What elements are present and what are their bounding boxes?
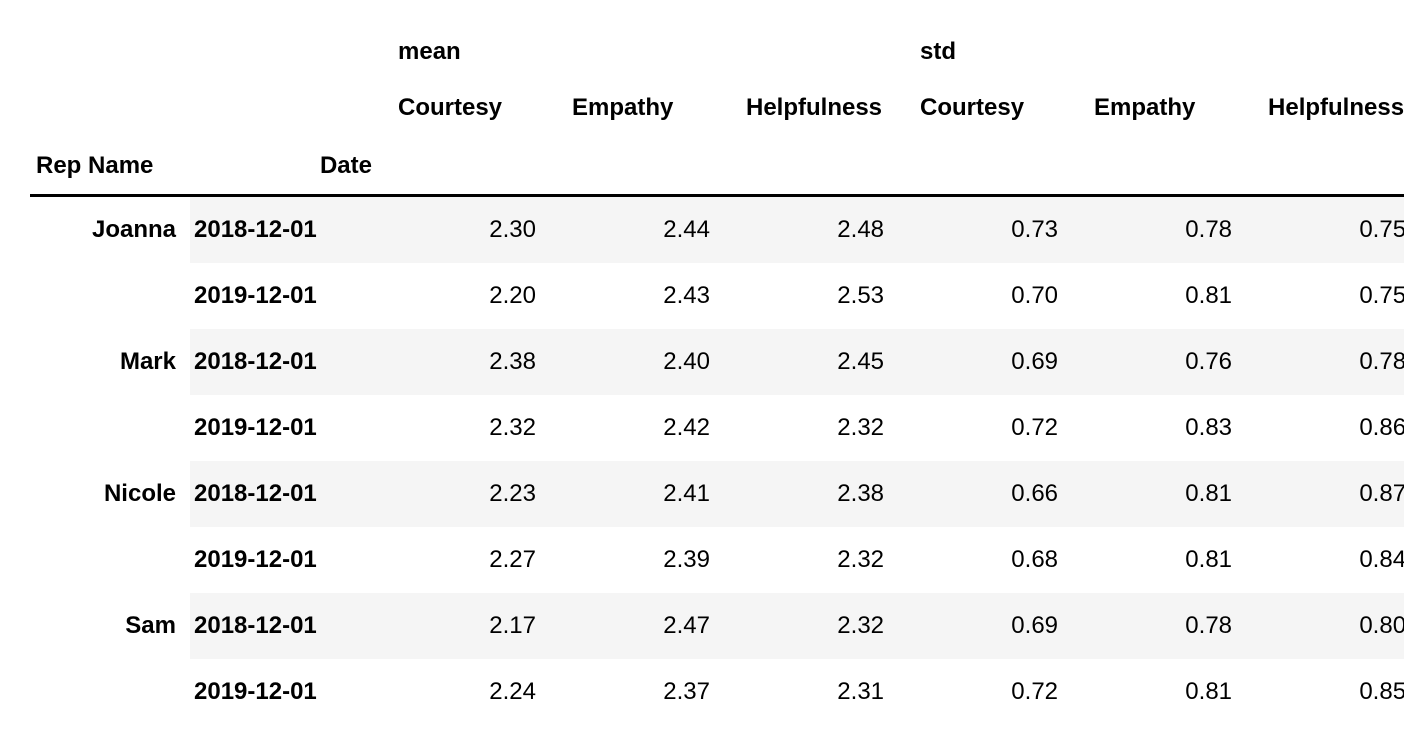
header-blank bbox=[1260, 138, 1404, 196]
value-cell: 2.32 bbox=[390, 395, 564, 461]
value-cell: 0.75 bbox=[1260, 196, 1404, 264]
index-label-date: Date bbox=[190, 138, 390, 196]
value-cell: 2.40 bbox=[564, 329, 738, 395]
value-cell: 0.81 bbox=[1086, 263, 1260, 329]
value-cell: 0.84 bbox=[1260, 527, 1404, 593]
rep-cell bbox=[30, 527, 190, 593]
header-blank bbox=[564, 138, 738, 196]
column-mean-helpfulness: Helpfulness bbox=[738, 78, 912, 138]
rep-cell: Joanna bbox=[30, 196, 190, 264]
table-row: 2019-12-01 2.24 2.37 2.31 0.72 0.81 0.85 bbox=[30, 659, 1404, 725]
header-blank bbox=[190, 78, 390, 138]
column-std-helpfulness: Helpfulness bbox=[1260, 78, 1404, 138]
rep-cell: Nicole bbox=[30, 461, 190, 527]
header-blank bbox=[738, 138, 912, 196]
value-cell: 2.32 bbox=[738, 593, 912, 659]
value-cell: 0.78 bbox=[1086, 593, 1260, 659]
date-cell: 2019-12-01 bbox=[190, 659, 390, 725]
value-cell: 2.20 bbox=[390, 263, 564, 329]
header-blank bbox=[912, 138, 1086, 196]
value-cell: 0.69 bbox=[912, 329, 1086, 395]
value-cell: 2.48 bbox=[738, 196, 912, 264]
rep-cell bbox=[30, 395, 190, 461]
value-cell: 0.75 bbox=[1260, 263, 1404, 329]
date-cell: 2018-12-01 bbox=[190, 196, 390, 264]
value-cell: 0.68 bbox=[912, 527, 1086, 593]
value-cell: 0.83 bbox=[1086, 395, 1260, 461]
value-cell: 2.38 bbox=[738, 461, 912, 527]
value-cell: 0.87 bbox=[1260, 461, 1404, 527]
rep-cell: Mark bbox=[30, 329, 190, 395]
value-cell: 2.41 bbox=[564, 461, 738, 527]
value-cell: 2.42 bbox=[564, 395, 738, 461]
header-blank bbox=[1086, 138, 1260, 196]
value-cell: 0.85 bbox=[1260, 659, 1404, 725]
value-cell: 0.86 bbox=[1260, 395, 1404, 461]
value-cell: 0.80 bbox=[1260, 593, 1404, 659]
value-cell: 0.66 bbox=[912, 461, 1086, 527]
date-cell: 2018-12-01 bbox=[190, 461, 390, 527]
column-mean-empathy: Empathy bbox=[564, 78, 738, 138]
header-blank bbox=[30, 20, 190, 78]
value-cell: 0.69 bbox=[912, 593, 1086, 659]
table-row: 2019-12-01 2.32 2.42 2.32 0.72 0.83 0.86 bbox=[30, 395, 1404, 461]
date-cell: 2018-12-01 bbox=[190, 329, 390, 395]
table-row: Sam 2018-12-01 2.17 2.47 2.32 0.69 0.78 … bbox=[30, 593, 1404, 659]
value-cell: 2.17 bbox=[390, 593, 564, 659]
date-cell: 2019-12-01 bbox=[190, 263, 390, 329]
value-cell: 2.44 bbox=[564, 196, 738, 264]
value-cell: 2.39 bbox=[564, 527, 738, 593]
value-cell: 0.78 bbox=[1086, 196, 1260, 264]
value-cell: 2.23 bbox=[390, 461, 564, 527]
value-cell: 0.81 bbox=[1086, 461, 1260, 527]
table-row: 2019-12-01 2.20 2.43 2.53 0.70 0.81 0.75 bbox=[30, 263, 1404, 329]
rep-cell bbox=[30, 659, 190, 725]
date-cell: 2019-12-01 bbox=[190, 527, 390, 593]
table-row: 2019-12-01 2.27 2.39 2.32 0.68 0.81 0.84 bbox=[30, 527, 1404, 593]
date-cell: 2018-12-01 bbox=[190, 593, 390, 659]
date-cell: 2019-12-01 bbox=[190, 395, 390, 461]
value-cell: 0.81 bbox=[1086, 659, 1260, 725]
value-cell: 2.47 bbox=[564, 593, 738, 659]
pivot-table: mean std Courtesy Empathy Helpfulness Co… bbox=[30, 20, 1404, 725]
value-cell: 2.43 bbox=[564, 263, 738, 329]
value-cell: 0.76 bbox=[1086, 329, 1260, 395]
value-cell: 2.32 bbox=[738, 395, 912, 461]
table-row: Nicole 2018-12-01 2.23 2.41 2.38 0.66 0.… bbox=[30, 461, 1404, 527]
rep-cell bbox=[30, 263, 190, 329]
value-cell: 0.81 bbox=[1086, 527, 1260, 593]
value-cell: 2.24 bbox=[390, 659, 564, 725]
value-cell: 2.27 bbox=[390, 527, 564, 593]
header-blank bbox=[390, 138, 564, 196]
column-group-mean: mean bbox=[390, 20, 912, 78]
header-blank bbox=[30, 78, 190, 138]
column-mean-courtesy: Courtesy bbox=[390, 78, 564, 138]
value-cell: 2.30 bbox=[390, 196, 564, 264]
column-std-empathy: Empathy bbox=[1086, 78, 1260, 138]
value-cell: 2.38 bbox=[390, 329, 564, 395]
value-cell: 2.31 bbox=[738, 659, 912, 725]
index-label-rep: Rep Name bbox=[30, 138, 190, 196]
value-cell: 0.72 bbox=[912, 659, 1086, 725]
header-blank bbox=[190, 20, 390, 78]
table-row: Mark 2018-12-01 2.38 2.40 2.45 0.69 0.76… bbox=[30, 329, 1404, 395]
table-row: Joanna 2018-12-01 2.30 2.44 2.48 0.73 0.… bbox=[30, 196, 1404, 264]
column-std-courtesy: Courtesy bbox=[912, 78, 1086, 138]
value-cell: 2.37 bbox=[564, 659, 738, 725]
value-cell: 2.45 bbox=[738, 329, 912, 395]
column-group-std: std bbox=[912, 20, 1404, 78]
value-cell: 0.78 bbox=[1260, 329, 1404, 395]
value-cell: 0.72 bbox=[912, 395, 1086, 461]
value-cell: 0.70 bbox=[912, 263, 1086, 329]
value-cell: 0.73 bbox=[912, 196, 1086, 264]
value-cell: 2.53 bbox=[738, 263, 912, 329]
rep-cell: Sam bbox=[30, 593, 190, 659]
value-cell: 2.32 bbox=[738, 527, 912, 593]
